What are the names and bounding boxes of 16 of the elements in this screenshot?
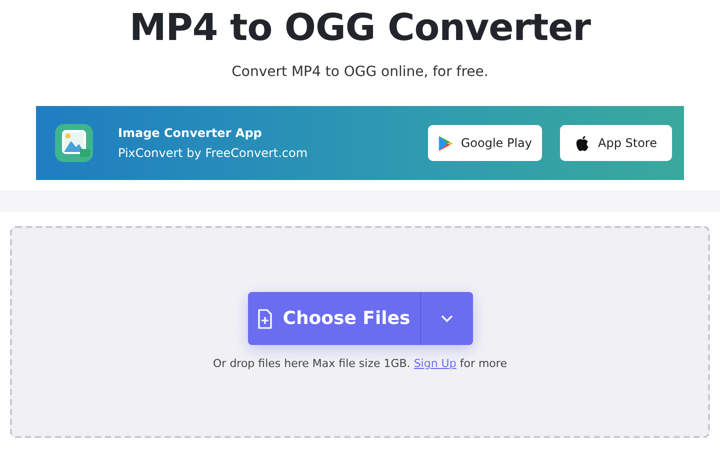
choose-files-button[interactable]: Choose Files xyxy=(248,292,420,345)
app-name: Image Converter App xyxy=(118,126,263,140)
page-title: MP4 to OGG Converter xyxy=(129,5,591,51)
dropdown-button[interactable] xyxy=(420,292,472,345)
image-icon xyxy=(54,123,94,163)
apple-icon xyxy=(575,134,590,152)
store-button[interactable]: App Store xyxy=(560,125,672,161)
store-button[interactable]: Google Play xyxy=(428,125,542,161)
chevron-down-icon xyxy=(440,314,452,322)
sign-up-link[interactable]: Sign Up xyxy=(414,357,456,370)
drop-zone[interactable]: Choose Files Or drop files here Max file size 1GB. Sign Up for more xyxy=(10,226,710,438)
play-icon xyxy=(438,134,453,152)
drop-hint: Or drop files here Max file size 1GB. Sign Up for more xyxy=(213,357,507,370)
app-publisher: PixConvert by FreeConvert.com xyxy=(118,146,308,160)
page-subtitle: Convert MP4 to OGG online, for free. xyxy=(232,64,488,80)
file-plus-icon xyxy=(256,308,273,328)
